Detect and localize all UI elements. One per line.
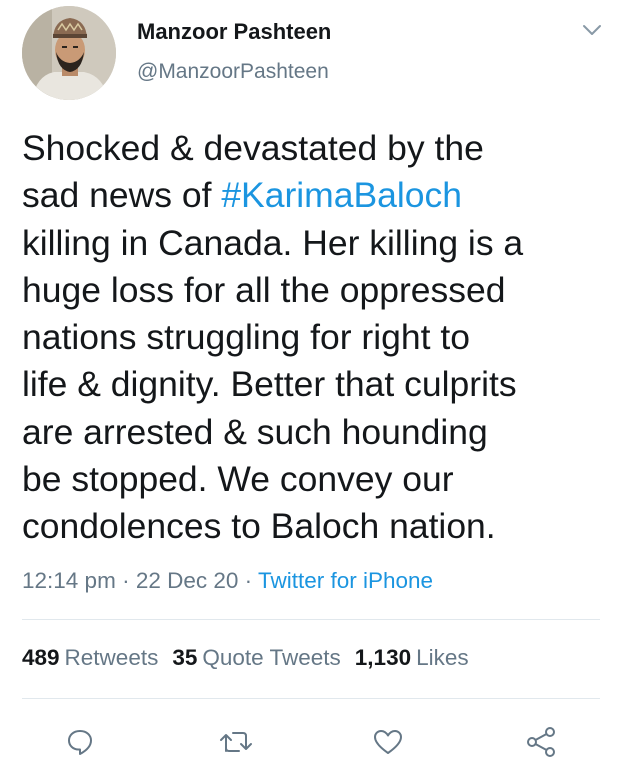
tweet-time[interactable]: 12:14 pm: [22, 568, 116, 593]
hashtag-link[interactable]: #KarimaBaloch: [221, 175, 462, 215]
tweet-stats: 489 Retweets 35 Quote Tweets 1,130 Likes: [22, 645, 483, 671]
tweet-menu-button[interactable]: [581, 22, 603, 38]
chevron-down-icon: [583, 25, 601, 35]
retweets-stat[interactable]: 489 Retweets: [22, 645, 158, 670]
divider: [22, 698, 600, 699]
tweet-date[interactable]: 22 Dec 20: [136, 568, 239, 593]
meta-separator: ·: [238, 568, 258, 593]
avatar[interactable]: [22, 6, 116, 100]
heart-icon: [374, 730, 402, 754]
tweet-text-after-hashtag: killing in Canada. Her killing is a huge…: [22, 222, 524, 547]
author-handle[interactable]: @ManzoorPashteen: [137, 60, 329, 84]
tweet-text: Shocked & devastated by the sad news of …: [22, 125, 602, 551]
avatar-photo: [22, 6, 116, 100]
retweet-button[interactable]: [216, 725, 256, 759]
meta-separator: ·: [115, 568, 136, 593]
retweet-arrows-icon: [220, 732, 252, 752]
reply-bubble-icon: [68, 730, 92, 755]
likes-stat[interactable]: 1,130 Likes: [355, 645, 469, 670]
quote-tweets-label: Quote Tweets: [202, 645, 341, 670]
retweets-count: 489: [22, 645, 60, 670]
quote-tweets-stat[interactable]: 35 Quote Tweets: [172, 645, 340, 670]
share-button[interactable]: [521, 725, 561, 759]
likes-label: Likes: [416, 645, 469, 670]
likes-count: 1,130: [354, 645, 412, 670]
share-nodes-icon: [527, 727, 555, 757]
quote-tweets-count: 35: [172, 645, 198, 670]
author-display-name[interactable]: Manzoor Pashteen: [137, 19, 331, 45]
tweet-meta: 12:14 pm · 22 Dec 20 · Twitter for iPhon…: [22, 568, 433, 594]
divider: [22, 619, 600, 620]
reply-button[interactable]: [60, 725, 100, 759]
like-button[interactable]: [368, 725, 408, 759]
retweets-label: Retweets: [64, 645, 159, 670]
tweet-source-link[interactable]: Twitter for iPhone: [258, 568, 433, 593]
